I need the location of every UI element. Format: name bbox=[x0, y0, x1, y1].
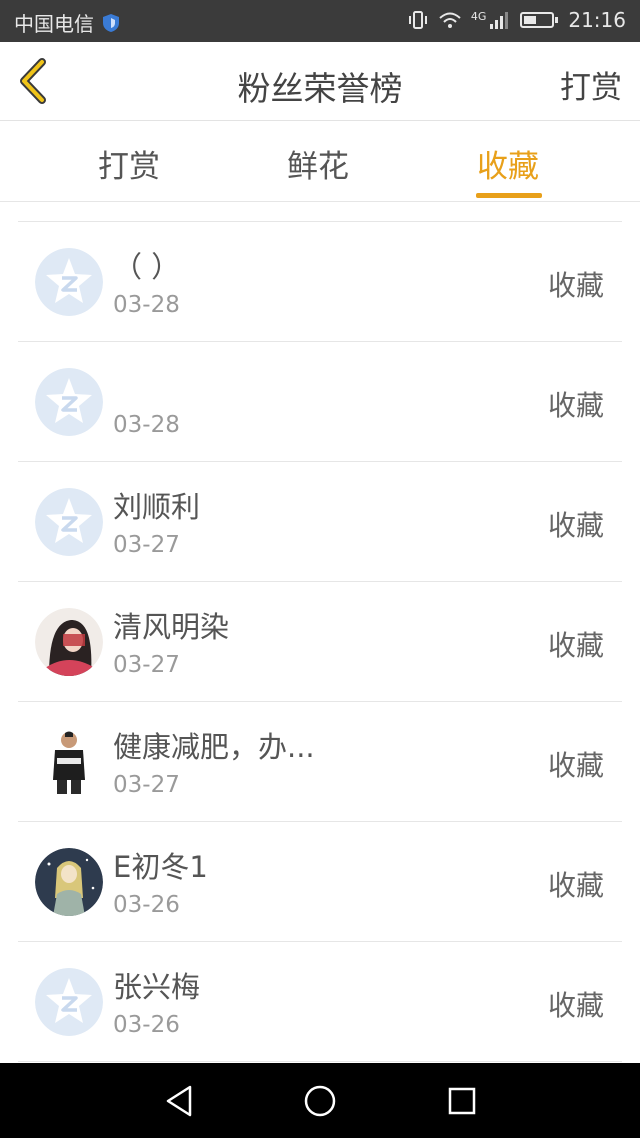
action-type: 收藏 bbox=[547, 269, 604, 302]
date-label: 03-26 bbox=[113, 1012, 180, 1038]
fan-list: （ ） 03-28 收藏 03-28 收藏 刘顺利 03-27 收藏 清风明染 … bbox=[18, 221, 622, 1062]
action-type: 收藏 bbox=[547, 989, 604, 1022]
date-label: 03-27 bbox=[113, 652, 180, 678]
action-type: 收藏 bbox=[547, 749, 604, 782]
man-photo-avatar bbox=[35, 728, 103, 796]
date-label: 03-28 bbox=[113, 292, 180, 318]
user-name: （ ） bbox=[113, 250, 181, 284]
date-label: 03-27 bbox=[113, 772, 180, 798]
page-title: 粉丝荣誉榜 bbox=[237, 69, 403, 108]
user-name: 刘顺利 bbox=[113, 490, 201, 524]
tip-button[interactable]: 打赏 bbox=[560, 62, 622, 107]
user-name: 张兴梅 bbox=[113, 970, 201, 1004]
default-avatar-icon bbox=[35, 488, 103, 556]
action-type: 收藏 bbox=[547, 509, 604, 542]
back-triangle-icon[interactable] bbox=[160, 1081, 200, 1121]
list-item[interactable]: 清风明染 03-27 收藏 bbox=[18, 582, 622, 702]
action-type: 收藏 bbox=[547, 629, 604, 662]
user-name: 清风明染 bbox=[113, 610, 230, 644]
list-item[interactable]: 03-28 收藏 bbox=[18, 342, 622, 462]
active-tab-indicator bbox=[476, 193, 542, 198]
network-type: 4G bbox=[470, 9, 487, 23]
wifi-icon bbox=[439, 12, 461, 28]
vibrate-icon bbox=[408, 11, 427, 29]
tab-bar: 打赏 鲜花 收藏 bbox=[0, 121, 640, 202]
user-name: E初冬1 bbox=[113, 850, 208, 884]
recent-square-icon[interactable] bbox=[442, 1081, 482, 1121]
home-circle-icon[interactable] bbox=[300, 1081, 340, 1121]
list-item[interactable]: 张兴梅 03-26 收藏 bbox=[18, 942, 622, 1062]
list-item[interactable]: E初冬1 03-26 收藏 bbox=[18, 822, 622, 942]
date-label: 03-28 bbox=[113, 412, 180, 438]
date-label: 03-26 bbox=[113, 892, 180, 918]
shield-icon bbox=[103, 13, 119, 32]
app-header: 粉丝荣誉榜 打赏 bbox=[0, 42, 640, 121]
signal-icon bbox=[490, 12, 509, 29]
action-type: 收藏 bbox=[547, 389, 604, 422]
status-bar: 中国电信 4G 21:16 bbox=[0, 0, 640, 42]
default-avatar-icon bbox=[35, 368, 103, 436]
list-item[interactable]: 健康减肥，办... 03-27 收藏 bbox=[18, 702, 622, 822]
tab-flowers[interactable]: 鲜花 bbox=[287, 141, 349, 186]
tab-tip[interactable]: 打赏 bbox=[98, 141, 160, 186]
clock: 21:16 bbox=[568, 8, 626, 32]
action-type: 收藏 bbox=[547, 869, 604, 902]
default-avatar-icon bbox=[35, 248, 103, 316]
list-item[interactable]: （ ） 03-28 收藏 bbox=[18, 222, 622, 342]
default-avatar-icon bbox=[35, 968, 103, 1036]
date-label: 03-27 bbox=[113, 532, 180, 558]
tab-favorites[interactable]: 收藏 bbox=[477, 141, 539, 186]
girl-photo-avatar bbox=[35, 608, 103, 676]
user-name: 健康减肥，办... bbox=[113, 730, 315, 764]
battery-icon bbox=[520, 12, 559, 28]
list-item[interactable]: 刘顺利 03-27 收藏 bbox=[18, 462, 622, 582]
anime-photo-avatar bbox=[35, 848, 103, 916]
carrier-name: 中国电信 bbox=[14, 12, 94, 36]
system-nav-bar bbox=[0, 1063, 640, 1138]
